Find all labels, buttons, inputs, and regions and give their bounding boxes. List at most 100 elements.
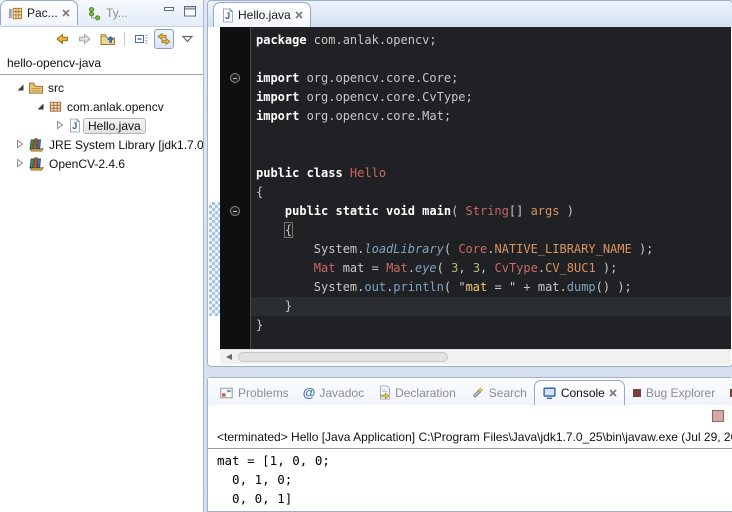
collapsed-arrow-icon[interactable] xyxy=(12,157,28,171)
console-output-line: 0, 1, 0; xyxy=(217,470,732,489)
editor-tabbar: J Hello.java xyxy=(208,1,732,27)
code-line-2[interactable] xyxy=(251,50,731,69)
code-editor[interactable]: package com.anlak.opencv; import org.ope… xyxy=(209,27,731,349)
console-toolbar xyxy=(712,410,724,426)
code-line-12[interactable]: System.loadLibrary( Core.NATIVE_LIBRARY_… xyxy=(251,240,731,259)
package-folder-icon xyxy=(28,80,44,95)
link-editor-icon xyxy=(156,31,172,47)
collapse-all-button[interactable] xyxy=(131,29,151,49)
code-line-16[interactable]: } xyxy=(251,316,731,335)
tab-label: Javadoc xyxy=(319,386,364,400)
collapse-all-icon xyxy=(133,31,149,47)
minimize-icon[interactable] xyxy=(162,5,176,17)
console-separator xyxy=(208,448,732,449)
tab-package-explorer[interactable]: Pac... xyxy=(0,0,78,25)
console-icon xyxy=(542,386,557,400)
tab-bug[interactable]: Bug xyxy=(722,380,732,405)
library-icon xyxy=(28,156,45,171)
tab-hello-java[interactable]: J Hello.java xyxy=(213,2,311,27)
forward-button[interactable] xyxy=(75,29,95,49)
tab-bug-explorer[interactable]: Bug Explorer xyxy=(625,380,722,405)
scroll-left-arrow-icon[interactable]: ◀ xyxy=(222,351,236,362)
tree-item-label: JRE System Library [jdk1.7.0 xyxy=(49,138,203,152)
tab-problems[interactable]: Problems xyxy=(212,380,296,405)
collapsed-arrow-icon[interactable] xyxy=(12,138,28,152)
type-hierarchy-icon xyxy=(88,6,102,21)
tab-javadoc[interactable]: @Javadoc xyxy=(296,380,371,405)
tab-label: Declaration xyxy=(395,386,456,400)
code-line-5[interactable]: import org.opencv.core.Mat; xyxy=(251,107,731,126)
tab-label: Problems xyxy=(238,386,289,400)
java-file-icon: J xyxy=(68,118,81,133)
fold-collapse-icon[interactable] xyxy=(230,206,240,216)
package-explorer-panel: Pac... Ty... hello-opencv-java srccom.anl… xyxy=(0,0,204,512)
code-line-10[interactable]: public static void main( String[] args ) xyxy=(251,202,731,221)
view-menu-button[interactable] xyxy=(177,29,197,49)
tab-label: Pac... xyxy=(27,6,58,20)
expanded-arrow-icon[interactable] xyxy=(32,100,48,114)
tree-item-src[interactable]: src xyxy=(0,78,203,97)
tab-label: Bug Explorer xyxy=(646,386,715,400)
go-into-button[interactable] xyxy=(98,29,118,49)
package-icon xyxy=(48,99,63,114)
link-with-editor-button[interactable] xyxy=(154,29,174,49)
back-button[interactable] xyxy=(52,29,72,49)
close-icon[interactable] xyxy=(295,11,303,19)
close-icon[interactable] xyxy=(609,389,617,397)
code-line-14[interactable]: System.out.println( "mat = " + mat.dump(… xyxy=(251,278,731,297)
annotation-ruler xyxy=(220,27,251,349)
code-line-11[interactable]: { xyxy=(251,221,731,240)
code-line-4[interactable]: import org.opencv.core.CvType; xyxy=(251,88,731,107)
range-indicator-column xyxy=(209,27,220,349)
tree-item-label: com.anlak.opencv xyxy=(67,100,164,114)
problems-icon xyxy=(219,386,234,400)
go-into-icon xyxy=(100,31,116,47)
console-status-line: <terminated> Hello [Java Application] C:… xyxy=(217,430,732,447)
code-line-8[interactable]: public class Hello xyxy=(251,164,731,183)
tree-item-jre-system-library-jdk1-7-0[interactable]: JRE System Library [jdk1.7.0 xyxy=(0,135,203,154)
code-line-1[interactable]: package com.anlak.opencv; xyxy=(251,31,731,50)
console-output-line: mat = [1, 0, 0; xyxy=(217,451,732,470)
svg-text:J: J xyxy=(72,121,77,131)
tab-label: Ty... xyxy=(106,6,128,20)
tree-item-label: OpenCV-2.4.6 xyxy=(49,157,125,171)
tree-item-label: src xyxy=(48,81,64,95)
code-line-13[interactable]: Mat mat = Mat.eye( 3, 3, CvType.CV_8UC1 … xyxy=(251,259,731,278)
tab-console[interactable]: Console xyxy=(534,380,625,405)
bottom-view-tabbar: Problems @Javadoc Declaration SearchConsole… xyxy=(208,378,732,405)
close-icon[interactable] xyxy=(62,9,70,17)
console-panel: Problems @Javadoc Declaration SearchConsole… xyxy=(207,377,732,512)
tab-type-hierarchy[interactable]: Ty... xyxy=(81,1,135,26)
tree-item-com-anlak-opencv[interactable]: com.anlak.opencv xyxy=(0,97,203,116)
code-line-15[interactable]: } xyxy=(251,297,731,316)
javadoc-icon: @ xyxy=(303,388,316,398)
package-explorer-icon xyxy=(8,6,23,21)
remove-launch-button[interactable] xyxy=(712,410,724,422)
java-file-icon: J xyxy=(221,8,234,23)
code-line-3[interactable]: import org.opencv.core.Core; xyxy=(251,69,731,88)
tree-item-hello-opencv-java[interactable]: hello-opencv-java xyxy=(0,53,203,72)
console-output[interactable]: mat = [1, 0, 0; 0, 1, 0; 0, 0, 1] xyxy=(217,451,732,511)
tab-search[interactable]: Search xyxy=(463,380,534,405)
fold-collapse-icon[interactable] xyxy=(230,73,240,83)
library-icon xyxy=(28,137,45,152)
code-area[interactable]: package com.anlak.opencv; import org.ope… xyxy=(251,27,731,349)
toolbar-separator xyxy=(124,32,125,46)
code-line-6[interactable] xyxy=(251,126,731,145)
tree-item-label: Hello.java xyxy=(83,118,146,134)
tab-declaration[interactable]: Declaration xyxy=(371,380,463,405)
tab-label: Hello.java xyxy=(238,8,291,22)
expanded-arrow-icon[interactable] xyxy=(12,81,28,95)
code-line-9[interactable]: { xyxy=(251,183,731,202)
code-line-7[interactable] xyxy=(251,145,731,164)
collapsed-arrow-icon[interactable] xyxy=(52,119,68,133)
console-output-line: 0, 0, 1] xyxy=(217,489,732,508)
scrollbar-thumb[interactable] xyxy=(238,352,448,362)
tree-separator xyxy=(0,74,203,75)
maximize-icon[interactable] xyxy=(183,5,197,17)
project-tree: hello-opencv-java srccom.anlak.opencv J Hel… xyxy=(0,53,203,512)
tree-item-opencv-2-4-6[interactable]: OpenCV-2.4.6 xyxy=(0,154,203,173)
tree-item-hello-java[interactable]: J Hello.java xyxy=(0,116,203,135)
back-icon xyxy=(54,31,70,47)
horizontal-scrollbar[interactable]: ◀ xyxy=(220,349,731,364)
